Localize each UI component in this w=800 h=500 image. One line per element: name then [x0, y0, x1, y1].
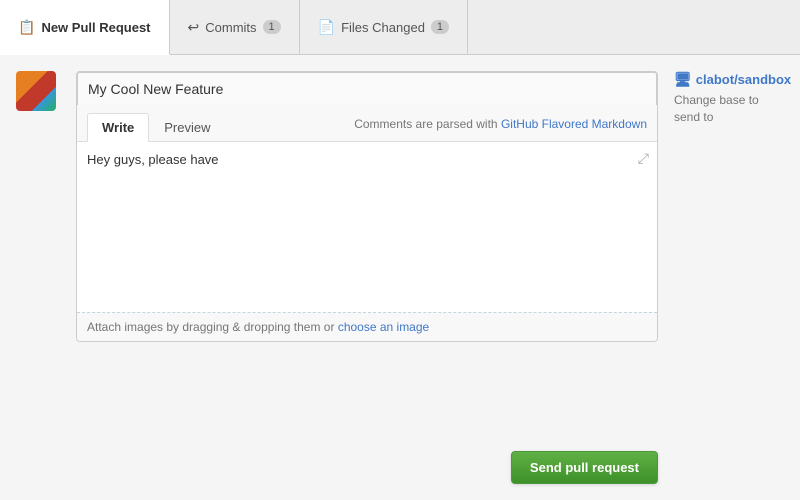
markdown-hint: Comments are parsed with GitHub Flavored…	[354, 117, 647, 137]
tab-new-pull-request[interactable]: 📋 New Pull Request	[0, 0, 170, 55]
change-base-text: Change base to send to	[674, 92, 784, 126]
pull-request-icon: 📋	[18, 19, 35, 36]
commits-icon: ↩	[188, 19, 200, 36]
fullscreen-icon[interactable]: ⤢	[638, 150, 649, 167]
files-changed-badge: 1	[431, 20, 449, 34]
pr-body-textarea[interactable]: Hey guys, please have	[77, 142, 657, 312]
attach-bar: Attach images by dragging & dropping the…	[77, 312, 657, 341]
files-changed-icon: 📄	[318, 19, 335, 36]
right-panel: 🖥 clabot/sandbox Change base to send to	[674, 71, 784, 484]
tab-files-changed[interactable]: 📄 Files Changed 1	[300, 0, 468, 54]
repo-name: clabot/sandbox	[696, 72, 791, 87]
repo-link[interactable]: 🖥 clabot/sandbox	[674, 71, 791, 88]
main-content: Write Preview Comments are parsed with G…	[0, 55, 800, 500]
editor-tabs: Write Preview Comments are parsed with G…	[77, 105, 657, 142]
markdown-link[interactable]: GitHub Flavored Markdown	[501, 117, 647, 131]
tab-commits[interactable]: ↩ Commits 1	[170, 0, 300, 54]
avatar	[16, 71, 56, 111]
pr-title-input[interactable]	[77, 72, 657, 105]
commits-badge: 1	[263, 20, 281, 34]
preview-tab[interactable]: Preview	[149, 113, 225, 142]
tab-label-new-pull-request: New Pull Request	[41, 20, 150, 35]
textarea-wrapper: Hey guys, please have ⤢	[77, 142, 657, 312]
tab-label-files-changed: Files Changed	[341, 20, 425, 35]
tab-bar: 📋 New Pull Request ↩ Commits 1 📄 Files C…	[0, 0, 800, 55]
pr-form: Write Preview Comments are parsed with G…	[76, 71, 658, 342]
send-pull-request-button[interactable]: Send pull request	[511, 451, 658, 484]
tab-label-commits: Commits	[205, 20, 256, 35]
write-tab[interactable]: Write	[87, 113, 149, 142]
send-button-row: Send pull request	[16, 441, 658, 484]
repo-icon: 🖥	[674, 71, 692, 88]
choose-image-link[interactable]: choose an image	[338, 320, 429, 334]
